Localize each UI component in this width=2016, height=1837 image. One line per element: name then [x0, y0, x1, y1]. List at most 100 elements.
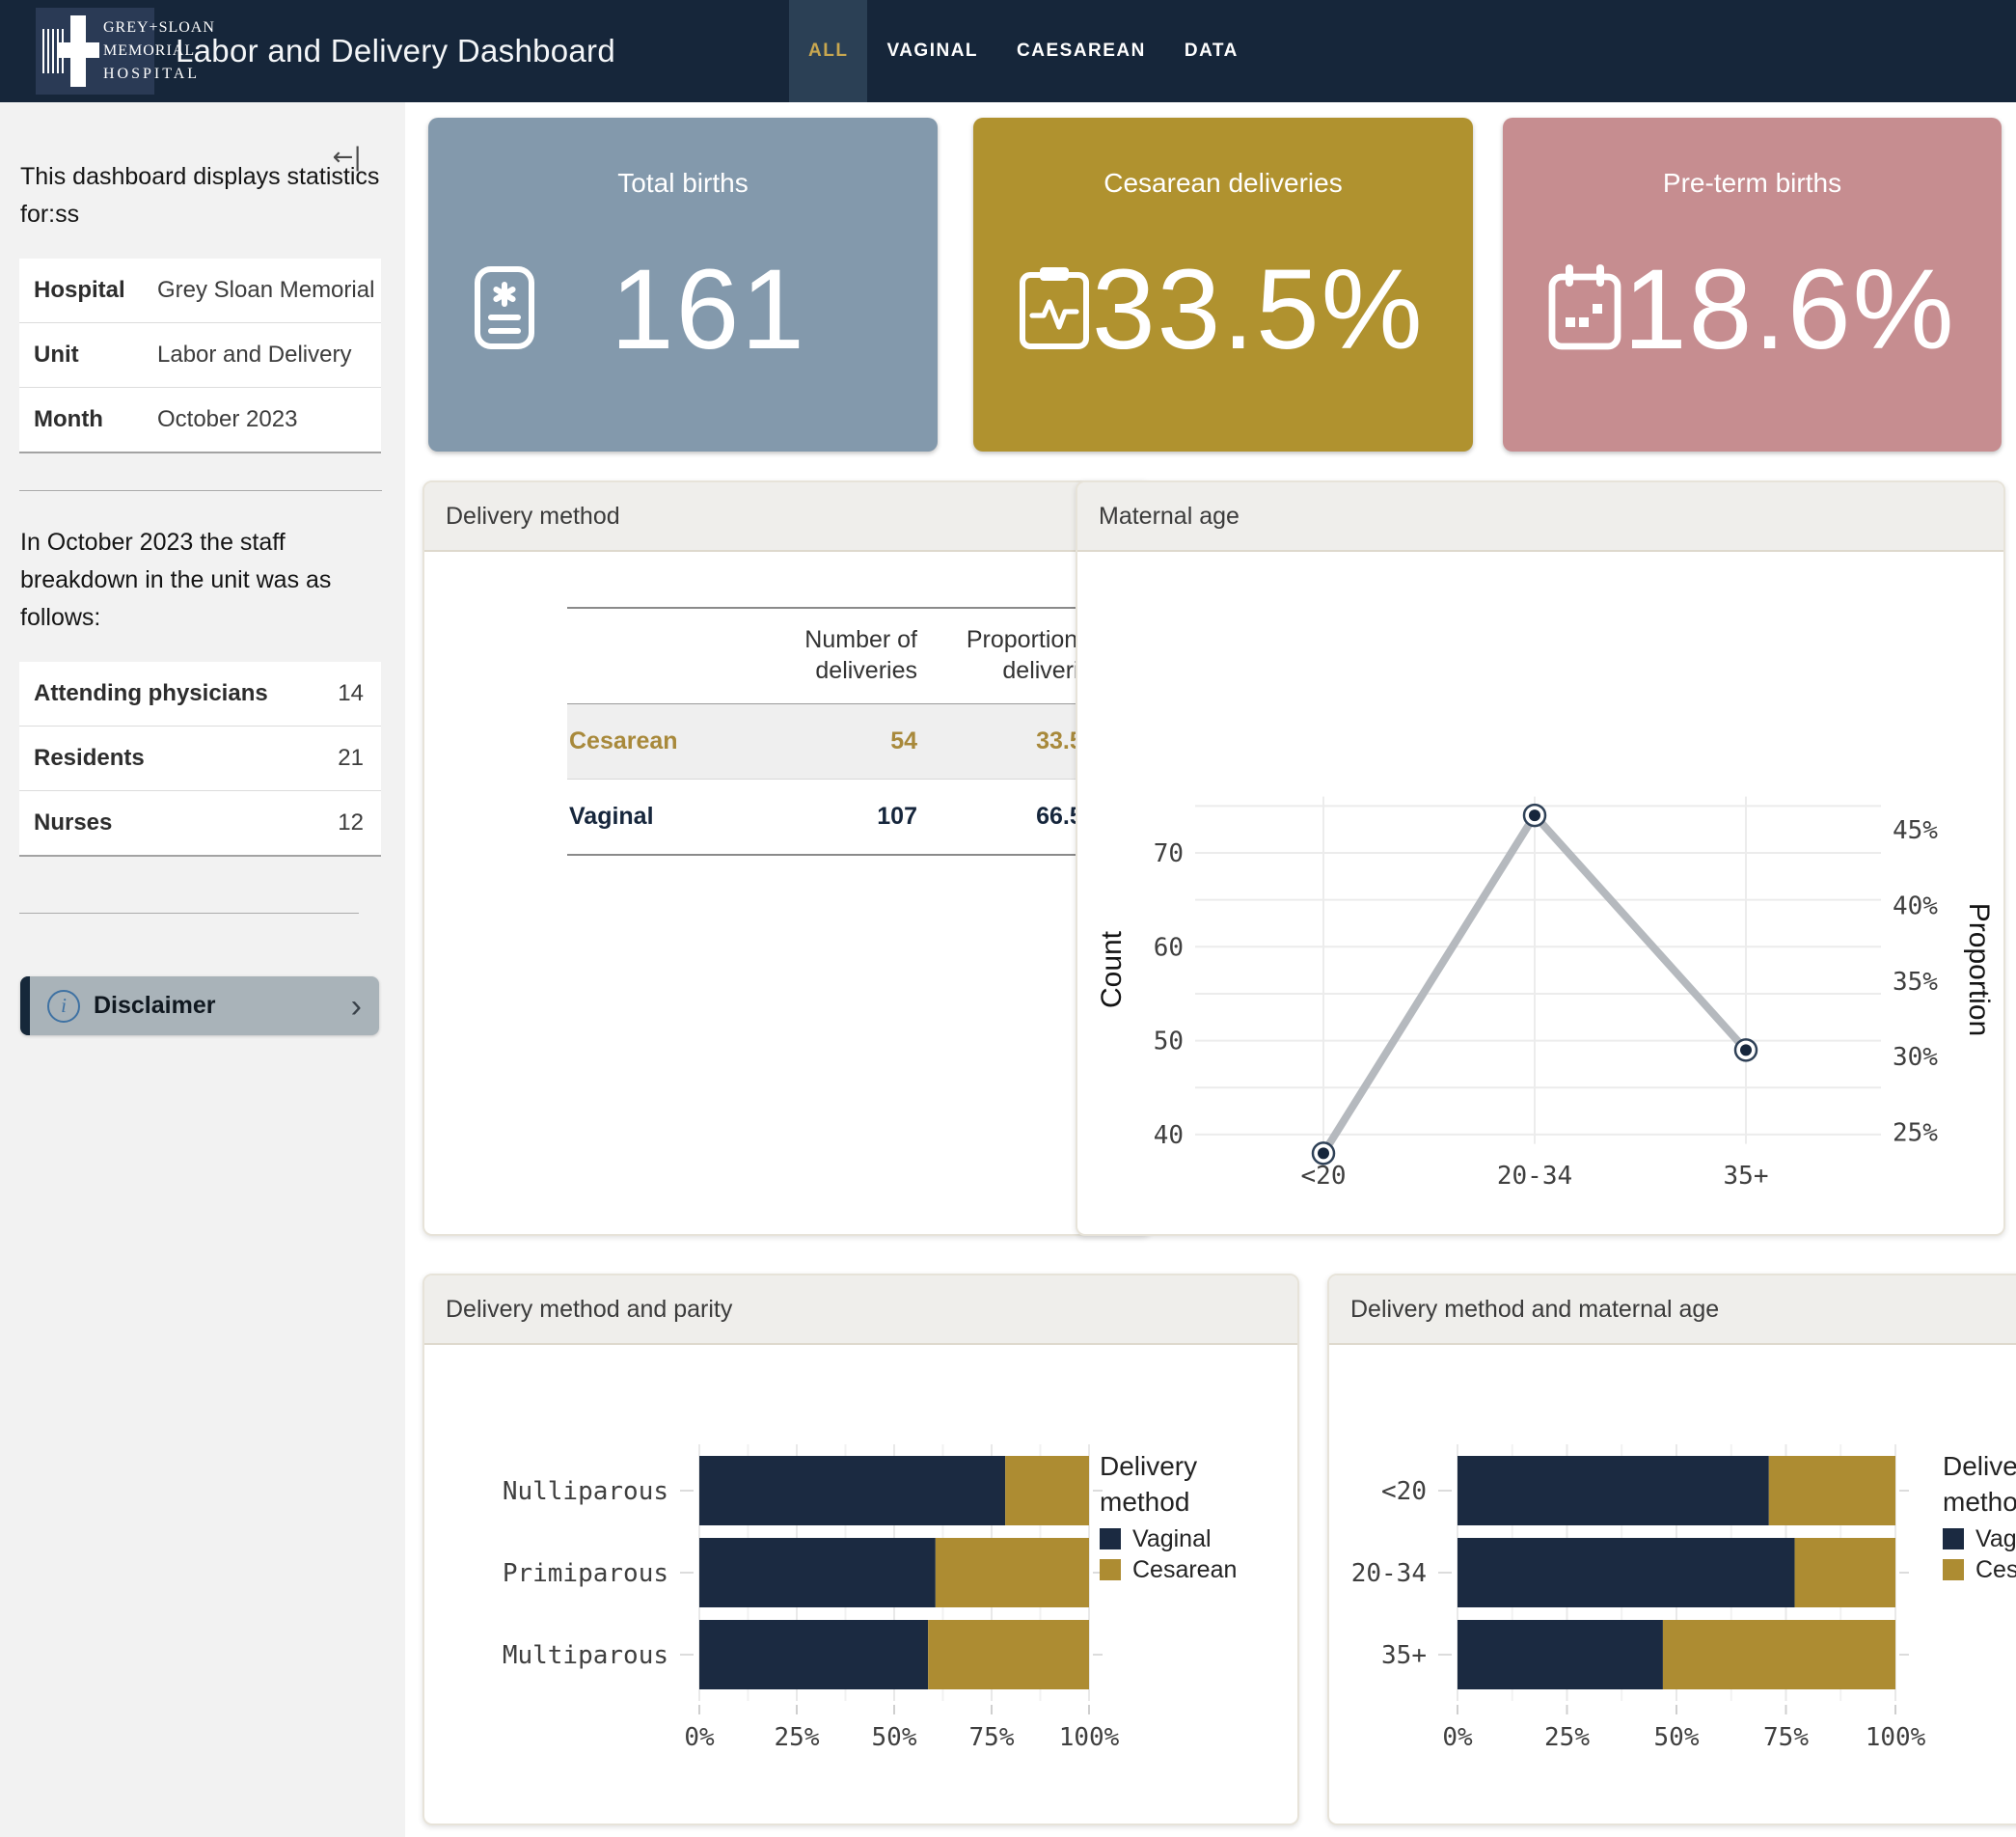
collapse-sidebar-icon[interactable]: ←|: [332, 143, 362, 172]
row-value: 14: [338, 680, 364, 707]
svg-text:25%: 25%: [1544, 1723, 1590, 1752]
svg-text:Vaginal: Vaginal: [1975, 1525, 2016, 1552]
svg-text:Delivery: Delivery: [1943, 1451, 2016, 1481]
svg-text:100%: 100%: [1866, 1723, 1926, 1752]
row-label: Month: [34, 406, 157, 433]
row-label: Unit: [34, 342, 157, 369]
sidebar: ←| This dashboard displays statistics fo…: [0, 102, 405, 1837]
table-row: Unit Labor and Delivery: [19, 322, 381, 387]
svg-text:75%: 75%: [969, 1723, 1015, 1752]
table-row: Vaginal 107 66.5%: [567, 780, 1106, 856]
value-box-value: 18.6%: [1623, 244, 1956, 375]
table-row: Month October 2023: [19, 387, 381, 452]
svg-text:30%: 30%: [1893, 1043, 1938, 1072]
table-row: Nurses 12: [19, 790, 381, 855]
age-stacked-bar-chart[interactable]: <20 20-34 35+ 0% 25% 50% 75% 100% Delivery method…: [1329, 1345, 2016, 1822]
svg-text:Cesarean: Cesarean: [1132, 1556, 1237, 1583]
svg-text:20-34: 20-34: [1497, 1162, 1572, 1191]
card-title: Delivery method and maternal age: [1329, 1275, 2016, 1345]
value-box-cesarean: Cesarean deliveries 33.5%: [973, 118, 1473, 452]
svg-text:50: 50: [1154, 1028, 1184, 1056]
tab-caesarean[interactable]: CAESAREAN: [997, 0, 1165, 102]
info-table: Hospital Grey Sloan Memorial Unit Labor …: [19, 259, 381, 453]
table-row: Hospital Grey Sloan Memorial: [19, 259, 381, 322]
hospital-logo: GREY+SLOAN MEMORIAL HOSPITAL: [36, 8, 154, 95]
svg-text:60: 60: [1154, 933, 1184, 962]
logo-text: GREY+SLOAN MEMORIAL HOSPITAL: [103, 16, 215, 86]
card-title: Delivery method and parity: [424, 1275, 1297, 1345]
card-maternal-age: Maternal age 4050607025%30%35%40%45%<202…: [1076, 480, 2005, 1236]
svg-text:50%: 50%: [872, 1723, 917, 1752]
disclaimer-button[interactable]: i Disclaimer ›: [20, 976, 379, 1035]
svg-text:<20: <20: [1381, 1477, 1427, 1506]
row-label: Hospital: [34, 277, 157, 304]
calendar-icon: [1546, 263, 1623, 357]
svg-text:40%: 40%: [1893, 891, 1938, 920]
svg-text:70: 70: [1154, 839, 1184, 868]
navbar: GREY+SLOAN MEMORIAL HOSPITAL Labor and D…: [0, 0, 2016, 102]
chevron-right-icon: ›: [351, 990, 362, 1023]
card-delivery-parity: Delivery method and parity NulliparousPr…: [422, 1274, 1299, 1825]
row-label: Nurses: [34, 809, 112, 836]
svg-text:25%: 25%: [1893, 1118, 1938, 1147]
column-header: Number ofdeliveries: [751, 608, 919, 704]
svg-text:45%: 45%: [1893, 816, 1938, 845]
svg-text:25%: 25%: [775, 1723, 820, 1752]
file-medical-icon: [472, 263, 537, 357]
tab-data[interactable]: DATA: [1165, 0, 1258, 102]
value-box-value: 161: [537, 244, 880, 375]
svg-text:Count: Count: [1096, 930, 1128, 1008]
svg-text:0%: 0%: [1442, 1723, 1473, 1752]
value-box-preterm: Pre-term births 18.6%: [1503, 118, 2002, 452]
value-box-title: Pre-term births: [1503, 168, 2002, 199]
svg-text:0%: 0%: [684, 1723, 715, 1752]
svg-text:40: 40: [1154, 1121, 1184, 1150]
table-row: Attending physicians 14: [19, 662, 381, 726]
table-row: Residents 21: [19, 726, 381, 790]
sidebar-intro-text: This dashboard displays statistics for:s…: [20, 158, 382, 233]
value-box-title: Cesarean deliveries: [973, 168, 1473, 199]
main-content: Total births 161 Cesarean deliveries: [405, 102, 2016, 1837]
value-box-value: 33.5%: [1092, 244, 1425, 375]
card-title: Delivery method: [424, 482, 1150, 552]
card-title: Maternal age: [1077, 482, 2003, 552]
parity-stacked-bar-chart[interactable]: NulliparousPrimiparousMultiparous0%25%50…: [424, 1345, 1294, 1822]
svg-text:20-34: 20-34: [1351, 1559, 1427, 1588]
svg-text:35+: 35+: [1381, 1641, 1427, 1670]
svg-text:Delivery: Delivery: [1100, 1451, 1197, 1481]
delivery-method-table: Number ofdeliveries Proportion ofdeliver…: [567, 607, 1106, 856]
card-delivery-method: Delivery method Number ofdeliveries Prop…: [422, 480, 1152, 1236]
tab-vaginal[interactable]: VAGINAL: [867, 0, 997, 102]
row-value: October 2023: [157, 406, 297, 433]
value-box-title: Total births: [428, 168, 938, 199]
logo-cross-icon: [57, 42, 99, 58]
svg-text:Vaginal: Vaginal: [1132, 1525, 1212, 1552]
svg-text:Cesarean: Cesarean: [1975, 1556, 2016, 1583]
divider: [19, 913, 359, 914]
svg-text:<20: <20: [1301, 1162, 1347, 1191]
svg-text:75%: 75%: [1763, 1723, 1809, 1752]
value-box-total-births: Total births 161: [428, 118, 938, 452]
disclaimer-label: Disclaimer: [94, 992, 215, 1020]
accent-bar: [20, 976, 30, 1035]
staff-intro-text: In October 2023 the staff breakdown in t…: [20, 524, 382, 637]
maternal-age-line-chart[interactable]: 4050607025%30%35%40%45%<2020-3435+CountP…: [1077, 552, 2000, 1232]
staff-table: Attending physicians 14 Residents 21 Nur…: [19, 662, 381, 857]
svg-text:35+: 35+: [1724, 1162, 1769, 1191]
info-icon: i: [47, 990, 80, 1023]
svg-text:method: method: [1943, 1487, 2016, 1517]
svg-text:method: method: [1100, 1487, 1189, 1517]
clipboard-pulse-icon: [1017, 263, 1092, 357]
row-label: Attending physicians: [34, 680, 268, 707]
svg-text:50%: 50%: [1654, 1723, 1700, 1752]
svg-text:100%: 100%: [1059, 1723, 1120, 1752]
divider: [19, 490, 382, 491]
row-value: 21: [338, 745, 364, 772]
svg-text:Proportion: Proportion: [1963, 903, 1995, 1036]
row-value: Labor and Delivery: [157, 342, 351, 369]
card-delivery-maternal-age: Delivery method and maternal age <20 20-3…: [1327, 1274, 2016, 1825]
tab-all[interactable]: ALL: [789, 0, 867, 102]
row-value: 12: [338, 809, 364, 836]
row-value: Grey Sloan Memorial: [157, 277, 374, 304]
svg-text:Primiparous: Primiparous: [503, 1559, 668, 1588]
